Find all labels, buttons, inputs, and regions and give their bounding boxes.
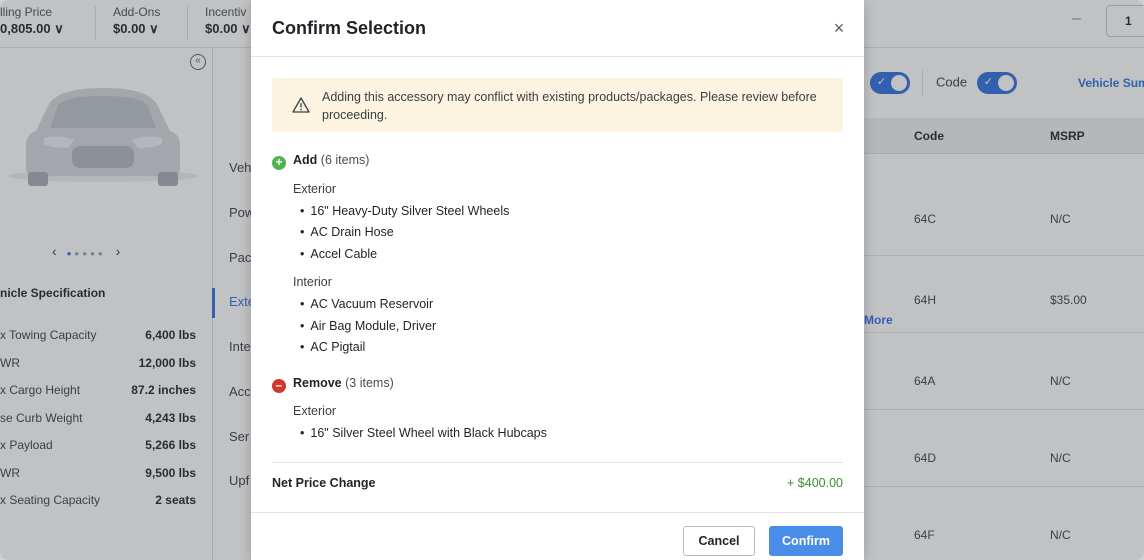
confirm-button[interactable]: Confirm (769, 526, 843, 556)
remove-section-label: Remove (293, 376, 342, 390)
net-price-value: + $400.00 (787, 476, 843, 490)
dialog-title: Confirm Selection (272, 18, 427, 38)
plus-circle-icon: + (272, 156, 286, 170)
group-label: Exterior (293, 404, 337, 418)
add-section-count: (6 items) (320, 153, 370, 167)
group-label: Exterior (293, 182, 337, 196)
list-item: AC Vacuum Reservoir (300, 297, 433, 311)
list-item: Air Bag Module, Driver (300, 319, 436, 333)
net-price-label: Net Price Change (272, 476, 376, 490)
confirm-selection-dialog: Confirm Selection × Adding this accessor… (251, 0, 864, 560)
divider (272, 462, 843, 463)
add-section-header: + Add (6 items) (272, 153, 369, 170)
warning-message: Adding this accessory may conflict with … (322, 90, 817, 122)
warning-banner: Adding this accessory may conflict with … (272, 78, 843, 132)
list-item: Accel Cable (300, 247, 377, 261)
add-section-label: Add (293, 153, 318, 167)
list-item: 16" Heavy-Duty Silver Steel Wheels (300, 204, 509, 218)
divider (251, 512, 864, 513)
minus-circle-icon: – (272, 379, 286, 393)
warning-icon (292, 97, 310, 113)
list-item: AC Drain Hose (300, 225, 393, 239)
cancel-button[interactable]: Cancel (683, 526, 755, 556)
group-label: Interior (293, 275, 332, 289)
close-icon[interactable]: × (829, 18, 849, 38)
dialog-header: Confirm Selection × (251, 0, 864, 57)
remove-section-header: – Remove (3 items) (272, 376, 394, 393)
list-item: AC Pigtail (300, 340, 365, 354)
remove-section-count: (3 items) (345, 376, 394, 390)
list-item: 16" Silver Steel Wheel with Black Hubcap… (300, 426, 547, 440)
